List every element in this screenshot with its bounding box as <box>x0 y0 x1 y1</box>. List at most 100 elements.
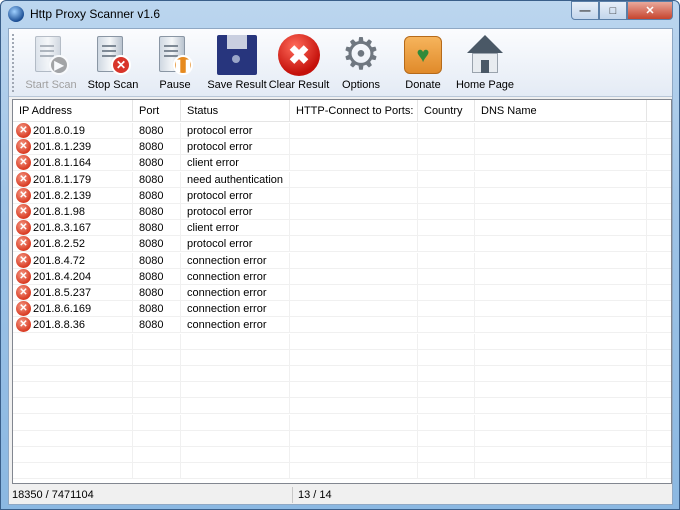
pause-label: Pause <box>159 79 191 91</box>
app-globe-icon <box>8 6 24 22</box>
empty-row <box>13 349 671 366</box>
empty-row <box>13 366 671 382</box>
status-divider <box>292 487 293 503</box>
column-country[interactable]: Country <box>418 100 475 122</box>
dns-cell <box>475 236 647 253</box>
table-row[interactable]: ✕ 201.8.0.19 8080 protocol error <box>13 123 671 139</box>
minimize-button[interactable]: — <box>571 1 599 20</box>
ip-cell: ✕ 201.8.1.179 <box>13 171 133 188</box>
country-cell <box>418 333 475 350</box>
error-icon: ✕ <box>16 285 31 300</box>
found-count-text: 13 / 14 <box>298 489 332 501</box>
empty-row <box>13 398 671 415</box>
table-row[interactable]: ✕ 201.8.8.36 8080 connection error <box>13 317 671 334</box>
country-cell <box>418 155 475 172</box>
table-row[interactable]: ✕ 201.8.5.237 8080 connection error <box>13 285 671 301</box>
table-row[interactable]: ✕ 201.8.6.169 8080 connection error <box>13 301 671 318</box>
http-connect-cell <box>290 285 418 301</box>
dns-cell <box>475 349 647 366</box>
http-connect-cell <box>290 333 418 350</box>
country-cell <box>418 139 475 156</box>
title-bar[interactable]: Http Proxy Scanner v1.6 — □ ✕ <box>1 1 679 27</box>
cell-text: connection error <box>187 254 267 267</box>
column-http-connect[interactable]: HTTP-Connect to Ports: <box>290 100 418 122</box>
port-cell: 8080 <box>133 268 181 285</box>
donate-label: Donate <box>405 79 441 91</box>
error-icon: ✕ <box>16 268 31 284</box>
table-row[interactable]: ✕ 201.8.3.167 8080 client error <box>13 220 671 237</box>
cell-text: 201.8.8.36 <box>33 319 85 332</box>
country-cell <box>418 301 475 318</box>
column-port[interactable]: Port <box>133 100 181 122</box>
cell-text: 8080 <box>139 287 164 299</box>
port-cell <box>133 333 181 350</box>
ip-cell: ✕ 201.8.3.167 <box>13 220 133 237</box>
empty-row <box>13 463 671 480</box>
options-button[interactable]: ⚙ Options <box>329 33 393 92</box>
error-icon: ✕ <box>16 123 31 138</box>
start-scan-label: Start Scan <box>25 79 77 91</box>
table-row[interactable]: ✕ 201.8.2.52 8080 protocol error <box>13 236 671 253</box>
dns-cell <box>475 430 647 447</box>
ip-cell <box>13 382 133 399</box>
column-status[interactable]: Status <box>181 100 290 122</box>
dns-cell <box>475 155 647 172</box>
ip-cell <box>13 430 133 447</box>
table-row[interactable]: ✕ 201.8.1.164 8080 client error <box>13 155 671 172</box>
table-row[interactable]: ✕ 201.8.4.204 8080 connection error <box>13 268 671 285</box>
ip-cell <box>13 414 133 431</box>
port-cell <box>133 366 181 382</box>
cell-text: protocol error <box>187 206 253 218</box>
empty-row <box>13 447 671 463</box>
ip-cell <box>13 333 133 350</box>
table-row[interactable]: ✕ 201.8.1.98 8080 protocol error <box>13 204 671 220</box>
options-label: Options <box>342 79 380 91</box>
results-list[interactable]: IP Address Port Status HTTP-Connect to P… <box>12 99 672 484</box>
column-ip-address[interactable]: IP Address <box>13 100 133 122</box>
cell-text: 8080 <box>139 319 164 332</box>
cell-text: connection error <box>187 319 267 332</box>
stop-scan-button[interactable]: ✕ Stop Scan <box>81 33 145 91</box>
status-cell <box>181 366 290 382</box>
app-window: Http Proxy Scanner v1.6 — □ ✕ ▶ Start Sc… <box>0 0 680 510</box>
table-row[interactable]: ✕ 201.8.1.239 8080 protocol error <box>13 139 671 156</box>
cell-text: 8080 <box>139 270 164 283</box>
close-button[interactable]: ✕ <box>627 1 673 20</box>
country-cell <box>418 220 475 237</box>
dns-cell <box>475 139 647 156</box>
table-row[interactable]: ✕ 201.8.2.139 8080 protocol error <box>13 187 671 204</box>
maximize-button[interactable]: □ <box>599 1 627 20</box>
status-cell <box>181 349 290 366</box>
start-scan-button[interactable]: ▶ Start Scan <box>19 33 83 91</box>
country-cell <box>418 171 475 188</box>
clear-result-button[interactable]: ✖ Clear Result <box>267 33 331 91</box>
table-row[interactable]: ✕ 201.8.4.72 8080 connection error <box>13 252 671 269</box>
dns-cell <box>475 447 647 463</box>
home-page-button[interactable]: Home Page <box>453 33 517 91</box>
dns-cell <box>475 382 647 399</box>
window-title: Http Proxy Scanner v1.6 <box>30 7 161 21</box>
pause-button[interactable]: ❚❚ Pause <box>143 33 207 91</box>
cell-text: client error <box>187 157 239 170</box>
http-connect-cell <box>290 268 418 285</box>
donate-button[interactable]: ♥ Donate <box>391 33 455 91</box>
http-connect-cell <box>290 139 418 156</box>
cell-text: 201.8.1.179 <box>33 173 92 186</box>
ip-cell: ✕ 201.8.1.239 <box>13 139 133 156</box>
cell-text: 201.8.4.72 <box>33 254 85 267</box>
cell-text: 8080 <box>139 141 164 154</box>
country-cell <box>418 236 475 253</box>
status-bar: 18350 / 7471104 13 / 14 <box>9 486 672 504</box>
country-cell <box>418 463 475 480</box>
toolbar-grip[interactable] <box>12 34 15 92</box>
column-dns-name[interactable]: DNS Name <box>475 100 647 122</box>
cell-text: connection error <box>187 270 267 283</box>
save-result-button[interactable]: Save Result <box>205 33 269 91</box>
port-cell: 8080 <box>133 236 181 253</box>
cell-text: protocol error <box>187 141 253 154</box>
table-row[interactable]: ✕ 201.8.1.179 8080 need authentication <box>13 171 671 188</box>
country-cell <box>418 366 475 382</box>
clear-result-label: Clear Result <box>268 79 330 91</box>
country-cell <box>418 414 475 431</box>
port-cell: 8080 <box>133 155 181 172</box>
